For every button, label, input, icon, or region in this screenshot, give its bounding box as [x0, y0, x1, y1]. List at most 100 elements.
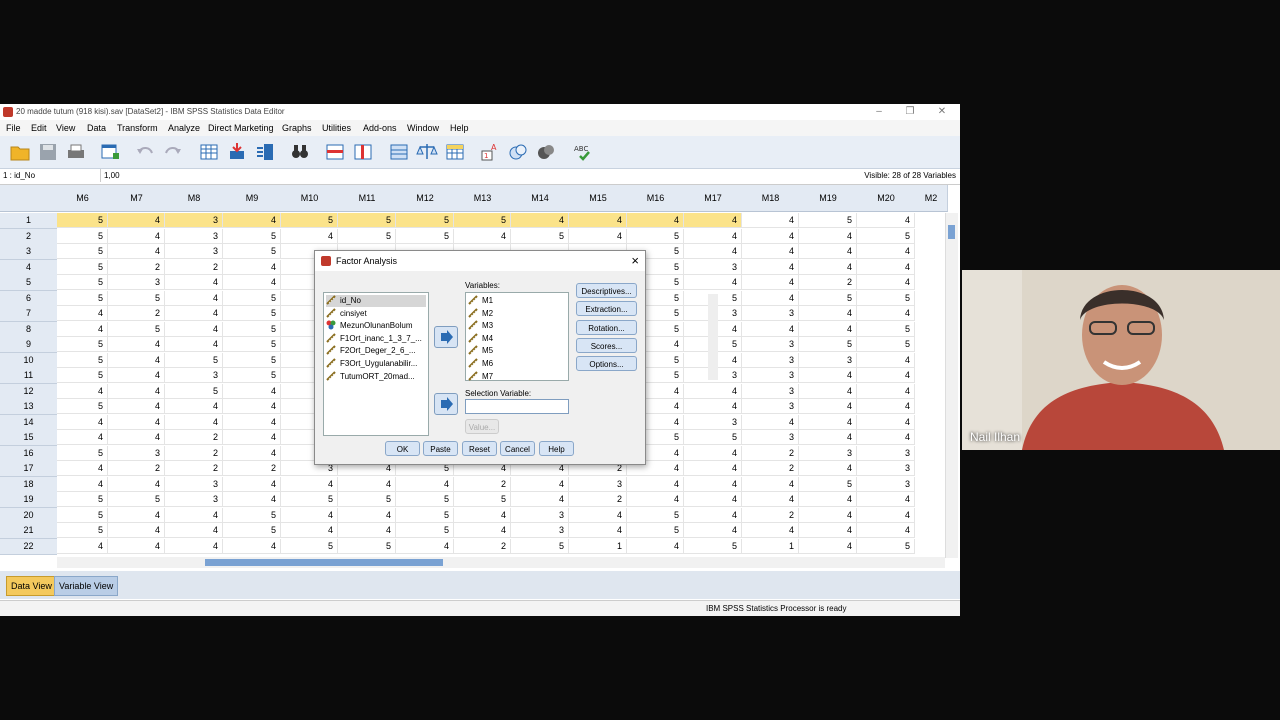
column-header[interactable]: M14 [511, 185, 570, 212]
table-cell[interactable]: 5 [165, 383, 223, 399]
table-cell[interactable]: 5 [57, 275, 108, 290]
table-cell[interactable]: 4 [57, 383, 108, 399]
table-cell[interactable]: 4 [684, 476, 742, 492]
table-cell[interactable]: 4 [857, 259, 915, 275]
table-cell[interactable]: 3 [857, 476, 915, 492]
table-cell[interactable]: 4 [799, 383, 857, 399]
table-cell[interactable]: 5 [396, 213, 454, 228]
list-item[interactable]: M7 [468, 370, 554, 383]
reset-button[interactable]: Reset [462, 441, 497, 456]
row-header[interactable]: 2 [0, 228, 57, 245]
menu-graphs[interactable]: Graphs [282, 123, 312, 133]
table-cell[interactable]: 2 [454, 538, 511, 554]
spell-check-icon[interactable]: ABC [572, 141, 594, 163]
table-cell[interactable]: 4 [108, 368, 165, 383]
table-cell[interactable]: 5 [108, 290, 165, 306]
row-header[interactable]: 16 [0, 445, 57, 462]
table-cell[interactable]: 4 [108, 337, 165, 352]
table-cell[interactable]: 2 [569, 492, 627, 507]
table-cell[interactable]: 3 [684, 414, 742, 430]
menu-view[interactable]: View [56, 123, 75, 133]
menu-utilities[interactable]: Utilities [322, 123, 351, 133]
table-cell[interactable]: 4 [108, 507, 165, 523]
tab-variable-view[interactable]: Variable View [54, 576, 119, 596]
table-cell[interactable]: 5 [57, 368, 108, 383]
table-cell[interactable]: 4 [223, 275, 281, 290]
list-item[interactable]: F1Ort_inanc_1_3_7_... [326, 333, 426, 345]
menu-help[interactable]: Help [450, 123, 469, 133]
row-header[interactable]: 3 [0, 244, 57, 260]
table-cell[interactable]: 4 [108, 352, 165, 368]
table-cell[interactable]: 5 [627, 523, 684, 538]
table-cell[interactable]: 4 [857, 244, 915, 259]
table-cell[interactable]: 5 [223, 244, 281, 259]
row-header[interactable]: 9 [0, 337, 57, 353]
paste-button[interactable]: Paste [423, 441, 458, 456]
menu-transform[interactable]: Transform [117, 123, 158, 133]
table-cell[interactable]: 4 [223, 259, 281, 275]
table-cell[interactable]: 4 [799, 368, 857, 383]
scores-button[interactable]: Scores... [576, 338, 637, 353]
table-cell[interactable]: 3 [165, 492, 223, 507]
table-cell[interactable]: 4 [742, 492, 799, 507]
table-cell[interactable]: 5 [57, 399, 108, 414]
table-cell[interactable]: 4 [742, 244, 799, 259]
list-item[interactable]: id_No [326, 295, 426, 307]
table-cell[interactable]: 4 [684, 445, 742, 461]
table-cell[interactable]: 2 [108, 461, 165, 476]
table-cell[interactable]: 4 [454, 523, 511, 538]
row-header[interactable]: 8 [0, 321, 57, 338]
table-cell[interactable]: 4 [454, 228, 511, 244]
table-cell[interactable]: 5 [57, 352, 108, 368]
table-cell[interactable]: 1 [742, 538, 799, 554]
table-cell[interactable]: 5 [511, 538, 569, 554]
table-cell[interactable]: 4 [223, 476, 281, 492]
vertical-scrollbar[interactable] [945, 213, 958, 558]
table-cell[interactable]: 3 [799, 352, 857, 368]
table-cell[interactable]: 4 [108, 538, 165, 554]
table-cell[interactable]: 4 [511, 476, 569, 492]
table-cell[interactable]: 5 [223, 352, 281, 368]
table-cell[interactable]: 4 [799, 244, 857, 259]
list-item[interactable]: MezunOlunanBolum [326, 320, 426, 332]
table-cell[interactable]: 4 [281, 523, 338, 538]
table-cell[interactable]: 5 [108, 492, 165, 507]
table-cell[interactable]: 5 [338, 492, 396, 507]
table-cell[interactable]: 4 [627, 213, 684, 228]
table-cell[interactable]: 4 [57, 461, 108, 476]
ok-button[interactable]: OK [385, 441, 420, 456]
table-cell[interactable]: 4 [799, 321, 857, 337]
list-item[interactable]: M4 [468, 333, 554, 345]
table-cell[interactable]: 4 [684, 507, 742, 523]
table-cell[interactable]: 4 [857, 213, 915, 228]
row-header[interactable]: 5 [0, 275, 57, 291]
table-cell[interactable]: 4 [857, 507, 915, 523]
row-header[interactable]: 14 [0, 414, 57, 431]
row-header[interactable]: 11 [0, 368, 57, 384]
table-cell[interactable]: 4 [799, 523, 857, 538]
column-header[interactable]: M12 [396, 185, 455, 212]
table-cell[interactable]: 4 [396, 538, 454, 554]
table-cell[interactable]: 4 [165, 306, 223, 321]
table-cell[interactable]: 3 [742, 430, 799, 445]
table-cell[interactable]: 4 [108, 244, 165, 259]
row-header[interactable]: 15 [0, 430, 57, 446]
table-cell[interactable]: 5 [57, 290, 108, 306]
table-cell[interactable]: 3 [511, 523, 569, 538]
menu-add-ons[interactable]: Add-ons [363, 123, 397, 133]
variables-icon[interactable] [254, 141, 276, 163]
table-cell[interactable]: 4 [223, 213, 281, 228]
table-cell[interactable]: 4 [108, 523, 165, 538]
table-cell[interactable]: 3 [742, 383, 799, 399]
table-cell[interactable]: 4 [223, 445, 281, 461]
table-cell[interactable]: 4 [799, 414, 857, 430]
show-sets-icon[interactable] [535, 141, 557, 163]
goto-variable-icon[interactable] [226, 141, 248, 163]
table-cell[interactable]: 4 [165, 507, 223, 523]
table-cell[interactable]: 5 [57, 492, 108, 507]
table-cell[interactable]: 3 [165, 368, 223, 383]
table-cell[interactable]: 3 [857, 461, 915, 476]
table-cell[interactable]: 4 [281, 228, 338, 244]
table-cell[interactable]: 4 [742, 321, 799, 337]
value-labels-icon[interactable]: 1A [479, 141, 501, 163]
